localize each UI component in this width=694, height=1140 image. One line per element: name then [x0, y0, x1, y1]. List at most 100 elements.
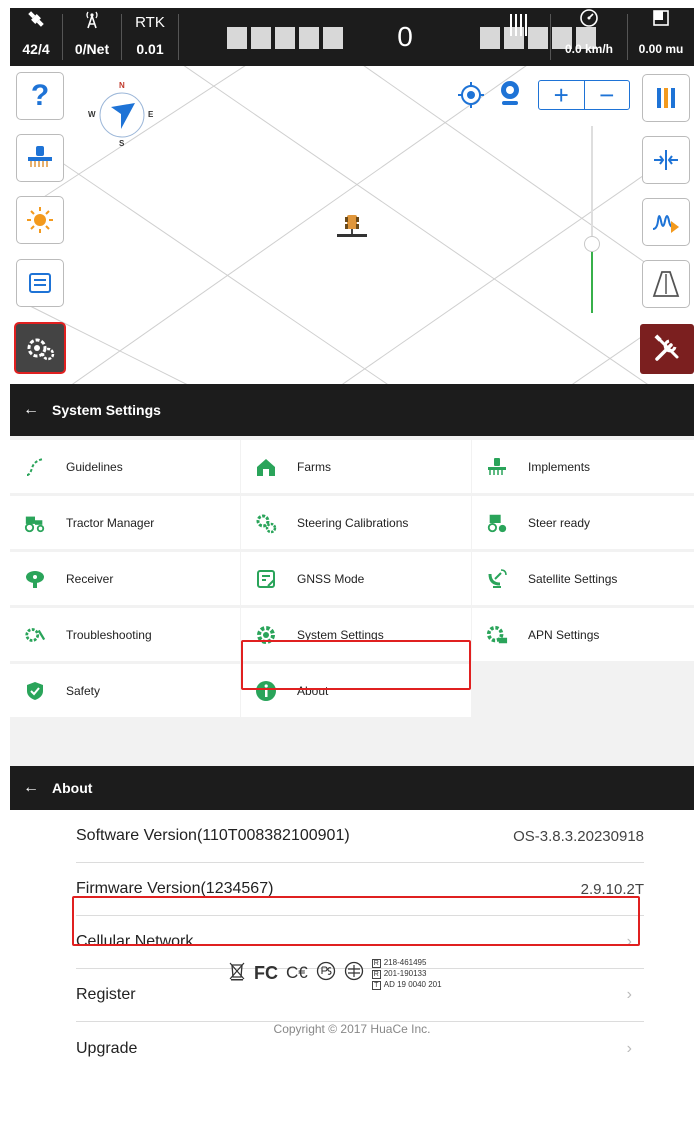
fcc-logo-icon: FC: [254, 962, 278, 983]
area-status[interactable]: 0.00 mu: [628, 8, 694, 66]
receiver-icon: [24, 568, 46, 590]
settings-item-label: Satellite Settings: [528, 571, 618, 586]
troubleshooting-icon: [24, 624, 46, 646]
camera-view-icon[interactable]: [495, 78, 525, 115]
steer-ready-icon: [486, 512, 508, 534]
settings-item-steering-calibrations[interactable]: Steering Calibrations: [241, 496, 471, 549]
brightness-icon: [27, 207, 53, 233]
lane-button[interactable]: [642, 260, 690, 308]
settings-item-receiver[interactable]: Receiver: [10, 552, 240, 605]
back-arrow-icon[interactable]: ←: [10, 779, 52, 797]
settings-item-tractor-manager[interactable]: Tractor Manager: [10, 496, 240, 549]
compass-s: S: [119, 139, 125, 148]
pse-mark-icon: [316, 961, 336, 986]
cert-letter: R: [371, 958, 381, 968]
signal-strength-button[interactable]: [642, 74, 690, 122]
row-value: OS-3.8.3.20230918: [513, 827, 644, 845]
guidelines-icon: [24, 456, 46, 478]
locate-icon[interactable]: [456, 80, 486, 115]
zoom-out-button[interactable]: −: [585, 81, 630, 109]
zoom-slider-handle[interactable]: [584, 236, 600, 252]
compass[interactable]: N S E W: [88, 81, 156, 149]
field-map[interactable]: N S E W ? + −: [10, 66, 694, 386]
back-arrow-icon[interactable]: ←: [10, 401, 52, 419]
implement-icon: [486, 456, 508, 478]
tools-button[interactable]: [640, 324, 694, 374]
rtk-label: RTK: [135, 14, 165, 31]
telec-mark-icon: [344, 961, 364, 986]
satellite-status[interactable]: 42/4: [10, 8, 62, 66]
lightbar-segment: [323, 27, 343, 49]
satellite-count: 42/4: [22, 41, 50, 57]
about-highlight-box: [241, 640, 471, 690]
signal-strength-icon: [657, 88, 675, 108]
settings-button[interactable]: [14, 322, 66, 374]
speed-status[interactable]: 0.0 km/h: [551, 8, 627, 66]
cert-code: AD 19 0040 201: [383, 979, 442, 989]
cert-code: 218-461495: [383, 957, 427, 967]
status-divider: [178, 14, 179, 60]
offset-button[interactable]: [642, 136, 690, 184]
implement-button[interactable]: [16, 134, 64, 182]
rtk-value: 0.01: [136, 41, 164, 57]
settings-title: System Settings: [52, 402, 161, 418]
satellite-dish-icon: [486, 568, 508, 590]
about-header: ← About: [10, 766, 694, 810]
row-label: Software Version(110T008382100901): [76, 827, 350, 844]
settings-item-label: Receiver: [66, 571, 114, 586]
antenna-icon: [63, 8, 121, 38]
tractor-icon: [24, 512, 46, 534]
zoom-in-button[interactable]: +: [539, 81, 584, 109]
certification-codes: R 218-461495 R 201-190133 T AD 19 0040 201: [371, 957, 442, 990]
compass-n: N: [119, 81, 125, 90]
status-bar: 42/4 0/Net RTK 0.01 0 0.0 km/h 0.00 mu: [10, 8, 694, 66]
settings-item-farms[interactable]: Farms: [241, 440, 471, 493]
settings-item-label: GNSS Mode: [297, 571, 365, 586]
brightness-button[interactable]: [16, 196, 64, 244]
wave-button[interactable]: [642, 198, 690, 246]
settings-item-gnss-mode[interactable]: GNSS Mode: [241, 552, 471, 605]
shield-icon: [24, 680, 46, 702]
settings-gear-icon: [27, 338, 55, 361]
settings-item-satellite-settings[interactable]: Satellite Settings: [472, 552, 694, 605]
lightbar-segment: [227, 27, 247, 49]
network-status[interactable]: 0/Net: [63, 8, 121, 66]
lightbar-segment: [251, 27, 271, 49]
about-title: About: [52, 780, 93, 796]
zoom-control: + −: [538, 80, 630, 110]
settings-item-implements[interactable]: Implements: [472, 440, 694, 493]
row-label: Register: [76, 986, 136, 1003]
settings-item-label: Implements: [528, 459, 591, 474]
cert-code: 201-190133: [383, 968, 427, 978]
row-label: Upgrade: [76, 1039, 138, 1057]
settings-item-apn-settings[interactable]: APN Settings: [472, 608, 694, 661]
lightbar-segment: [275, 27, 295, 49]
area-icon: [628, 8, 694, 38]
farm-icon: [255, 456, 277, 478]
settings-item-label: Tractor Manager: [66, 515, 155, 530]
settings-item-steer-ready[interactable]: Steer ready: [472, 496, 694, 549]
ce-mark-icon: C€: [286, 963, 308, 982]
offset-icon: [654, 150, 678, 170]
zoom-slider-track[interactable]: [591, 126, 593, 241]
chevron-right-icon: ›: [626, 1039, 632, 1057]
lightbar-segment: [299, 27, 319, 49]
help-icon: ?: [30, 79, 50, 112]
settings-item-guidelines[interactable]: Guidelines: [10, 440, 240, 493]
upgrade-highlight-box: [72, 896, 640, 946]
compass-w: W: [88, 110, 96, 119]
apn-gear-icon: [486, 624, 508, 646]
settings-item-label: Safety: [66, 683, 101, 698]
help-button[interactable]: ?: [16, 72, 64, 120]
settings-item-label: Steer ready: [528, 515, 591, 530]
settings-item-troubleshooting[interactable]: Troubleshooting: [10, 608, 240, 661]
chevron-right-icon: ›: [626, 986, 632, 1003]
route-button[interactable]: [16, 259, 64, 307]
settings-item-safety[interactable]: Safety: [10, 664, 240, 717]
gnss-mode-icon: [255, 568, 277, 590]
signal-bars-icon[interactable]: [503, 8, 533, 66]
row-value: 2.9.10.2T: [580, 880, 644, 898]
settings-footer-space: [10, 718, 694, 766]
route-icon: [29, 273, 51, 293]
rtk-status[interactable]: RTK 0.01: [122, 8, 178, 66]
